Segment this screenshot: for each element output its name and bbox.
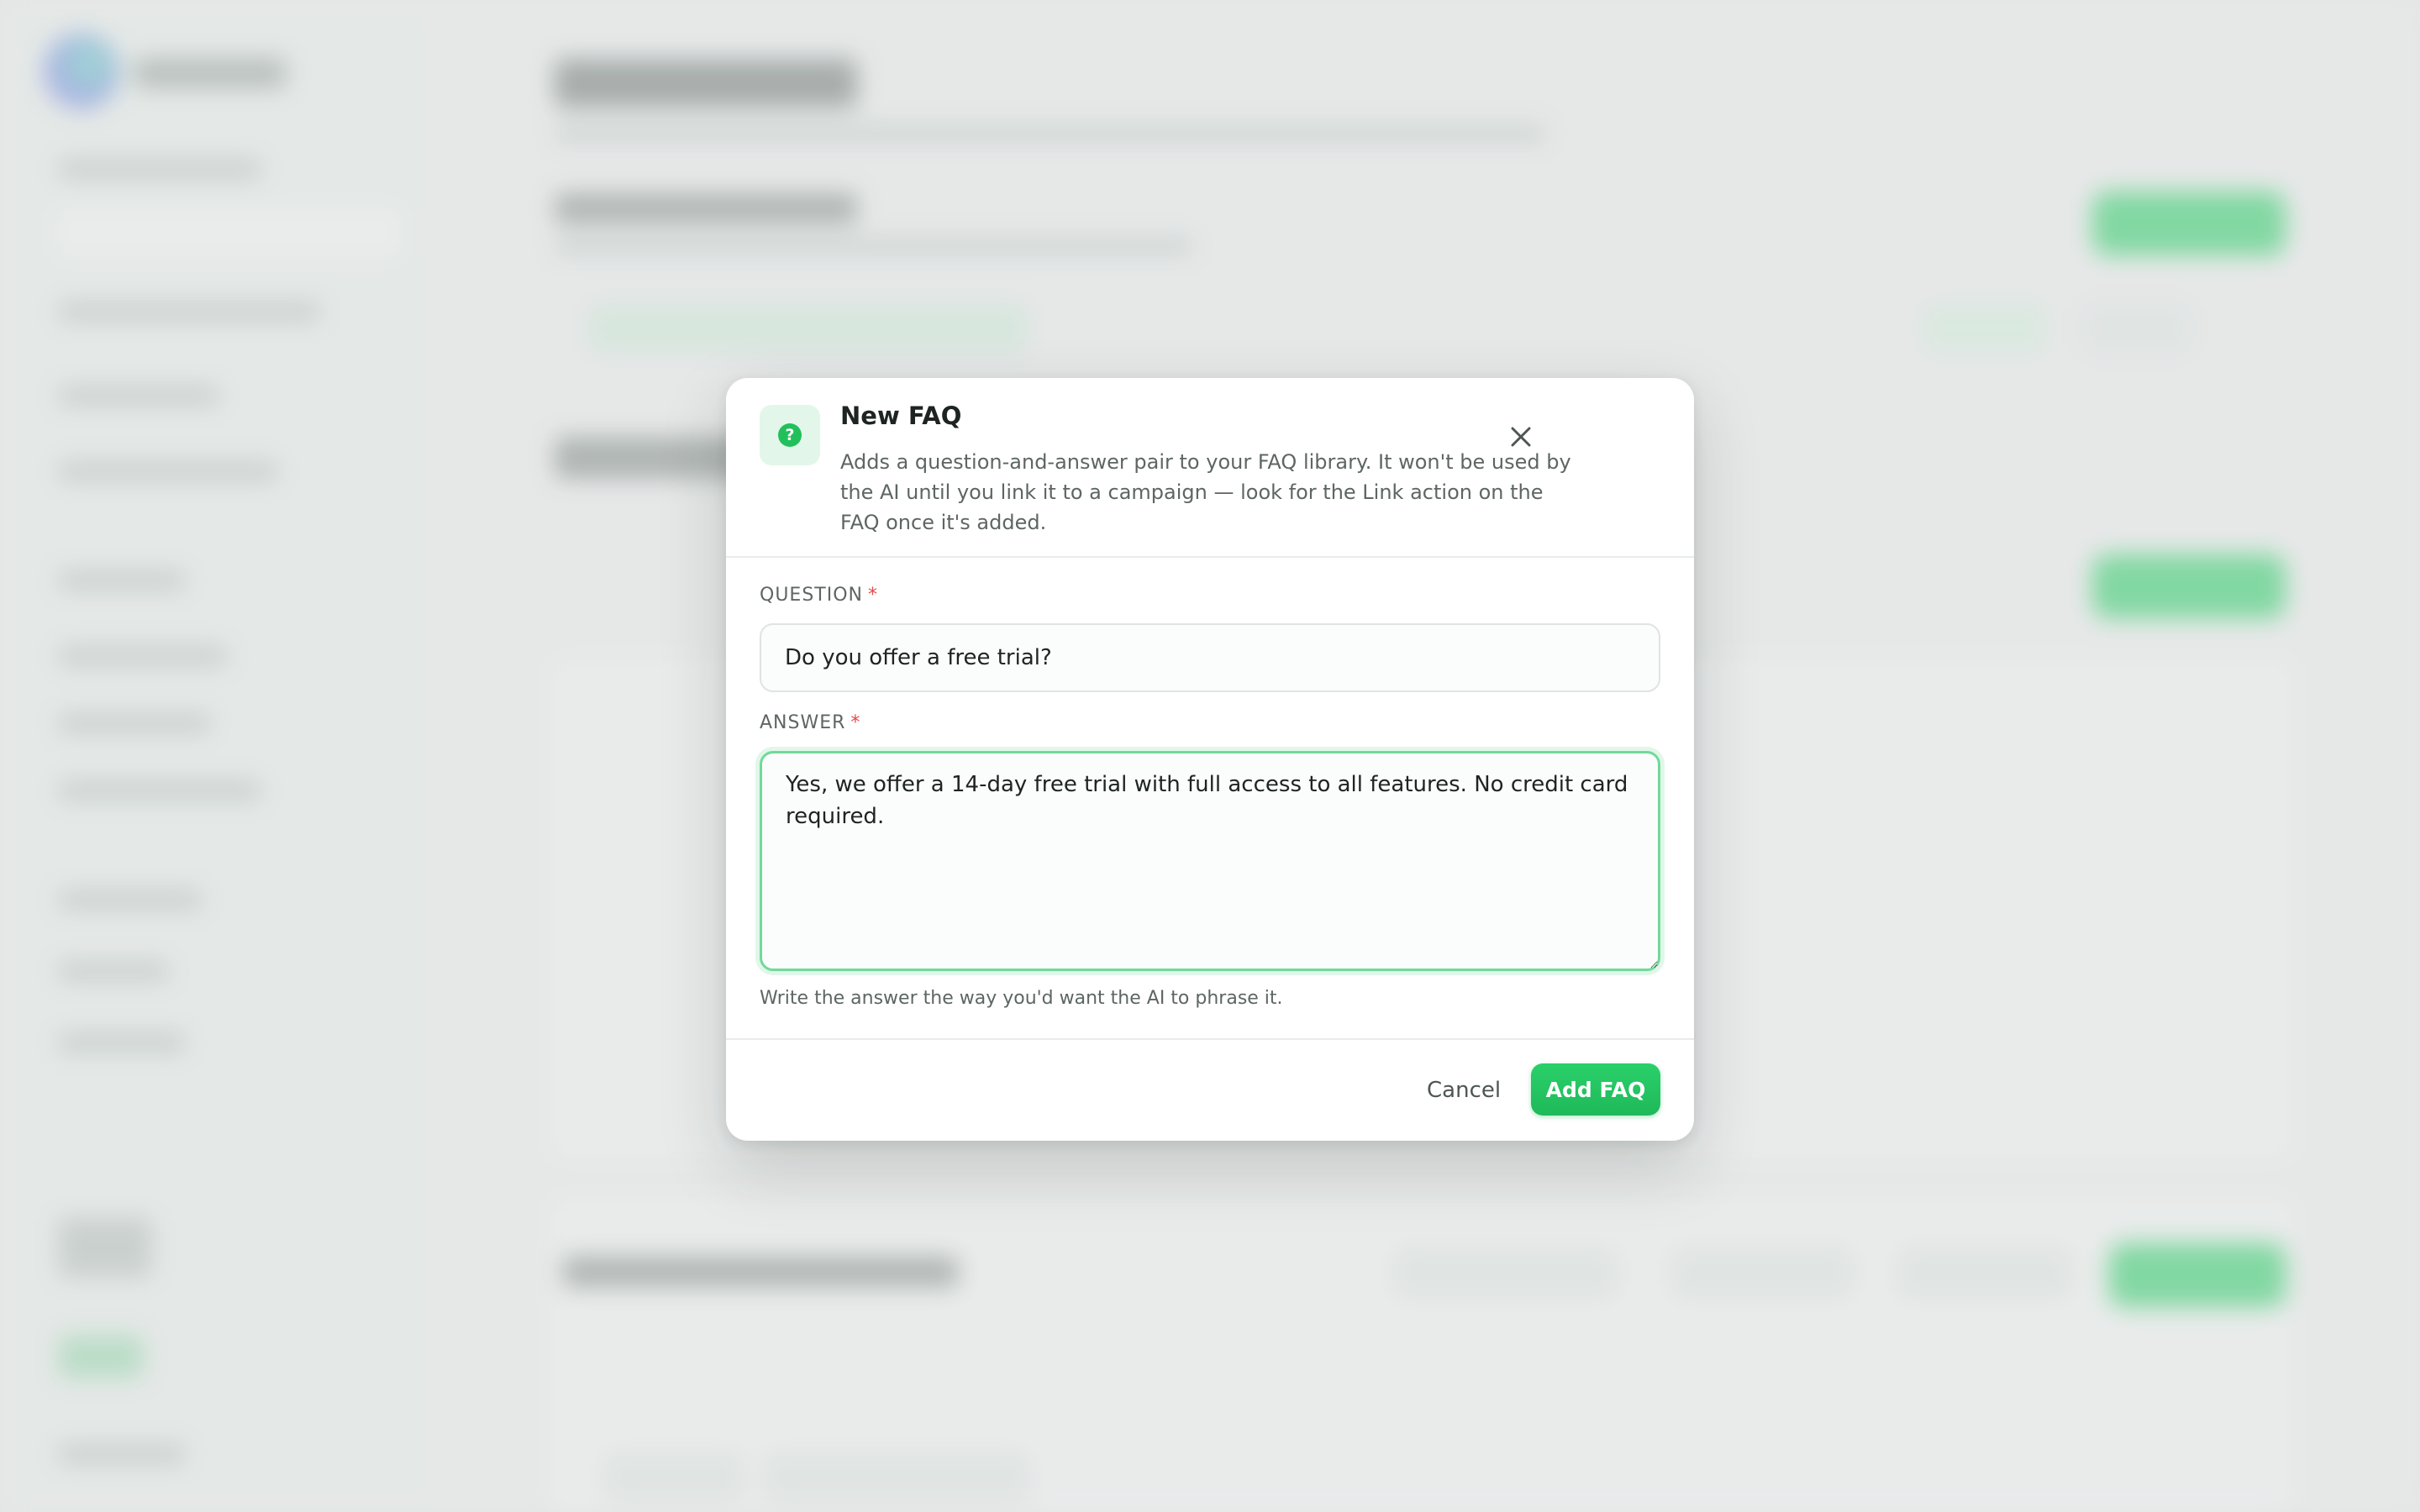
answer-label-text: ANSWER bbox=[760, 712, 846, 733]
close-icon bbox=[1511, 427, 1531, 447]
answer-help-text: Write the answer the way you'd want the … bbox=[760, 988, 1283, 1009]
answer-textarea[interactable]: Yes, we offer a 14-day free trial with f… bbox=[760, 751, 1660, 971]
question-circle-icon: ? bbox=[778, 423, 802, 447]
dialog-icon-container: ? bbox=[760, 405, 820, 465]
question-label: QUESTION * bbox=[760, 585, 878, 606]
question-label-text: QUESTION bbox=[760, 585, 863, 606]
close-button[interactable] bbox=[1496, 412, 1546, 462]
cancel-button[interactable]: Cancel bbox=[1407, 1065, 1521, 1116]
dialog-footer: Cancel Add FAQ bbox=[726, 1038, 1694, 1141]
new-faq-dialog: ? New FAQ Adds a question-and-answer pai… bbox=[726, 378, 1694, 1141]
answer-label: ANSWER * bbox=[760, 712, 860, 733]
required-mark: * bbox=[867, 585, 878, 606]
question-input[interactable] bbox=[760, 623, 1660, 692]
dialog-description: Adds a question-and-answer pair to your … bbox=[840, 450, 1571, 534]
required-mark: * bbox=[850, 712, 861, 733]
add-faq-button[interactable]: Add FAQ bbox=[1531, 1063, 1660, 1116]
dialog-title: New FAQ bbox=[840, 402, 962, 430]
dialog-header: ? New FAQ Adds a question-and-answer pai… bbox=[726, 378, 1694, 558]
